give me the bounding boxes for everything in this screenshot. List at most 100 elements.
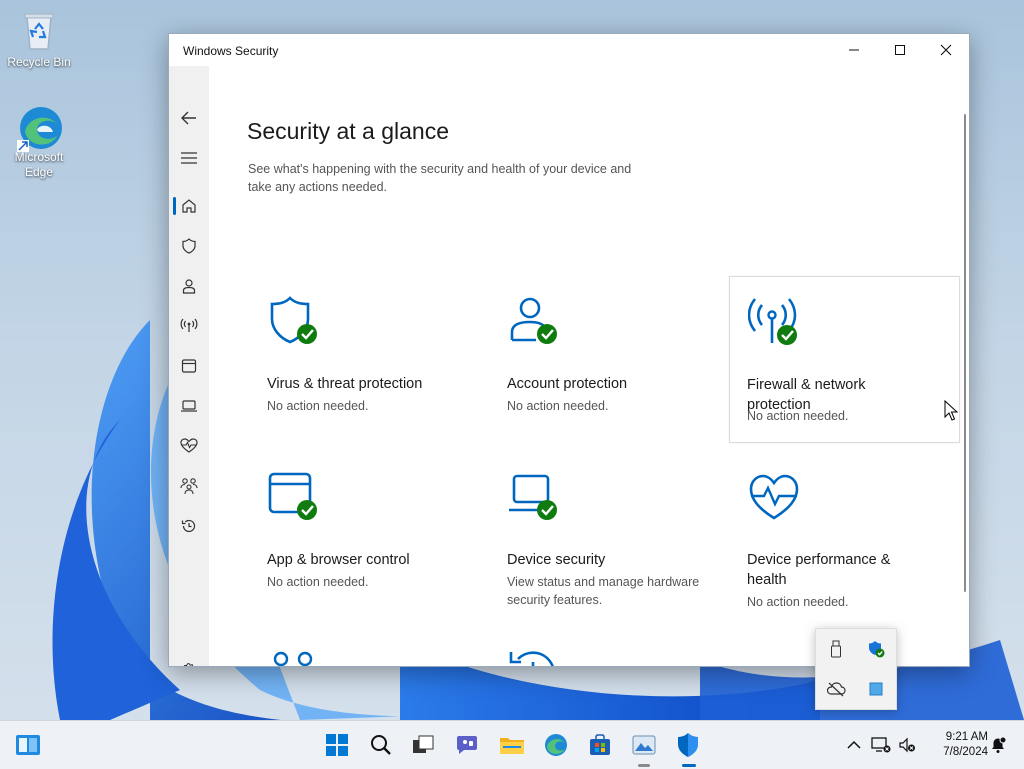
search-icon	[371, 735, 391, 755]
tile-app-browser-control[interactable]: App & browser control No action needed.	[248, 452, 476, 618]
gear-icon	[184, 662, 193, 666]
minimize-icon	[849, 49, 859, 51]
tile-status: No action needed.	[267, 575, 369, 589]
windows-security-window: Windows Security Security at a glance Se…	[168, 33, 970, 667]
family-icon	[180, 478, 198, 495]
sidebar-item-firewall[interactable]	[169, 310, 209, 342]
edge-icon	[17, 104, 62, 152]
minimize-button[interactable]	[831, 34, 877, 66]
sidebar-item-home[interactable]	[169, 190, 209, 222]
running-indicator	[638, 764, 650, 767]
main-content: Security at a glance See what's happenin…	[209, 66, 969, 666]
start-icon	[326, 734, 348, 756]
widgets-icon	[16, 735, 40, 755]
tile-title: Device performance & health	[747, 552, 891, 588]
windows-security-icon	[678, 733, 698, 757]
mouse-cursor-icon	[944, 400, 958, 421]
history-icon	[509, 651, 554, 666]
chat-button[interactable]	[451, 729, 483, 761]
taskbar: 9:21 AM 7/8/2024	[0, 720, 1024, 769]
tile-account-protection[interactable]: Account protection No action needed.	[488, 276, 716, 442]
show-hidden-icons-button[interactable]	[838, 729, 870, 761]
tile-firewall-network-protection[interactable]: Firewall & network protection No action …	[729, 276, 960, 443]
back-button[interactable]	[169, 102, 209, 134]
onedrive-button[interactable]	[816, 669, 856, 709]
tile-virus-threat-protection[interactable]: Virus & threat protection No action need…	[248, 276, 476, 442]
notification-center-button[interactable]	[985, 729, 1011, 761]
network-icon	[871, 737, 891, 753]
laptop-icon	[181, 400, 197, 412]
person-icon	[182, 279, 196, 294]
desktop-icon-edge[interactable]: Microsoft Edge	[1, 104, 77, 180]
sidebar-item-account[interactable]	[169, 270, 209, 302]
clock-date: 7/8/2024	[943, 746, 988, 758]
sidebar-item-performance[interactable]	[169, 430, 209, 462]
shield-icon	[182, 238, 196, 254]
desktop-icon-recycle-bin[interactable]: Recycle Bin	[1, 9, 77, 70]
start-button[interactable]	[321, 729, 353, 761]
tile-status: No action needed.	[747, 595, 849, 609]
app-tray-button[interactable]	[856, 669, 896, 709]
tile-protection-history[interactable]	[488, 628, 716, 666]
system-clock[interactable]: 9:21 AM 7/8/2024	[924, 730, 988, 760]
close-icon	[940, 44, 952, 56]
tile-device-performance-health[interactable]: Device performance & health No action ne…	[728, 452, 956, 618]
vertical-scrollbar[interactable]	[964, 114, 966, 592]
active-app-indicator	[682, 764, 696, 767]
volume-muted-icon	[899, 737, 915, 753]
chat-icon	[457, 736, 477, 754]
chevron-up-icon	[847, 740, 861, 749]
usb-drive-icon	[831, 640, 841, 658]
sidebar-item-app-browser[interactable]	[169, 350, 209, 382]
laptop-check-icon	[509, 474, 557, 520]
photos-icon	[632, 735, 656, 755]
security-shield-check-icon	[869, 641, 885, 658]
page-subtitle: See what's happening with the security a…	[248, 162, 632, 194]
file-explorer-button[interactable]	[496, 729, 528, 761]
tile-status: No action needed.	[507, 399, 609, 413]
sidebar-item-device-security[interactable]	[169, 390, 209, 422]
menu-button[interactable]	[169, 142, 209, 174]
photos-button[interactable]	[628, 729, 660, 761]
tile-status: No action needed.	[747, 409, 849, 423]
page-title: Security at a glance	[247, 118, 450, 144]
tile-title: App & browser control	[267, 552, 410, 568]
heart-pulse-icon	[180, 438, 198, 453]
sidebar-item-history[interactable]	[169, 510, 209, 542]
search-button[interactable]	[365, 729, 397, 761]
heart-pulse-icon	[749, 474, 799, 520]
tile-status: View status and manage hardware security…	[507, 575, 700, 607]
family-icon	[273, 651, 313, 666]
store-icon	[590, 734, 610, 755]
antenna-icon	[180, 318, 198, 332]
task-view-button[interactable]	[407, 729, 439, 761]
volume-button[interactable]	[893, 729, 921, 761]
tile-title: Virus & threat protection	[267, 376, 423, 392]
tile-title: Account protection	[507, 376, 628, 392]
tile-device-security[interactable]: Device security View status and manage h…	[488, 452, 716, 618]
store-button[interactable]	[584, 729, 616, 761]
edge-taskbar-button[interactable]	[540, 729, 572, 761]
blue-square-icon	[869, 682, 883, 696]
sidebar-item-family[interactable]	[169, 470, 209, 502]
hamburger-menu-icon	[181, 152, 197, 164]
sidebar-item-virus-threat[interactable]	[169, 230, 209, 262]
edge-icon	[545, 734, 567, 756]
sidebar-item-settings[interactable]	[169, 654, 209, 666]
file-explorer-icon	[500, 738, 524, 754]
navigation-sidebar	[169, 66, 209, 666]
widgets-button[interactable]	[12, 729, 44, 761]
maximize-button[interactable]	[877, 34, 923, 66]
tray-overflow-flyout	[815, 628, 897, 710]
title-bar[interactable]: Windows Security	[169, 34, 969, 66]
shield-check-icon	[270, 296, 317, 344]
cloud-offline-icon	[826, 682, 846, 697]
usb-drive-button[interactable]	[816, 629, 856, 669]
windows-security-taskbar-button[interactable]	[672, 729, 704, 761]
security-tray-button[interactable]	[856, 629, 896, 669]
close-button[interactable]	[923, 34, 969, 66]
tile-status: No action needed.	[267, 399, 369, 413]
tile-family-options[interactable]	[248, 628, 476, 666]
home-icon	[182, 199, 196, 213]
network-button[interactable]	[867, 729, 895, 761]
